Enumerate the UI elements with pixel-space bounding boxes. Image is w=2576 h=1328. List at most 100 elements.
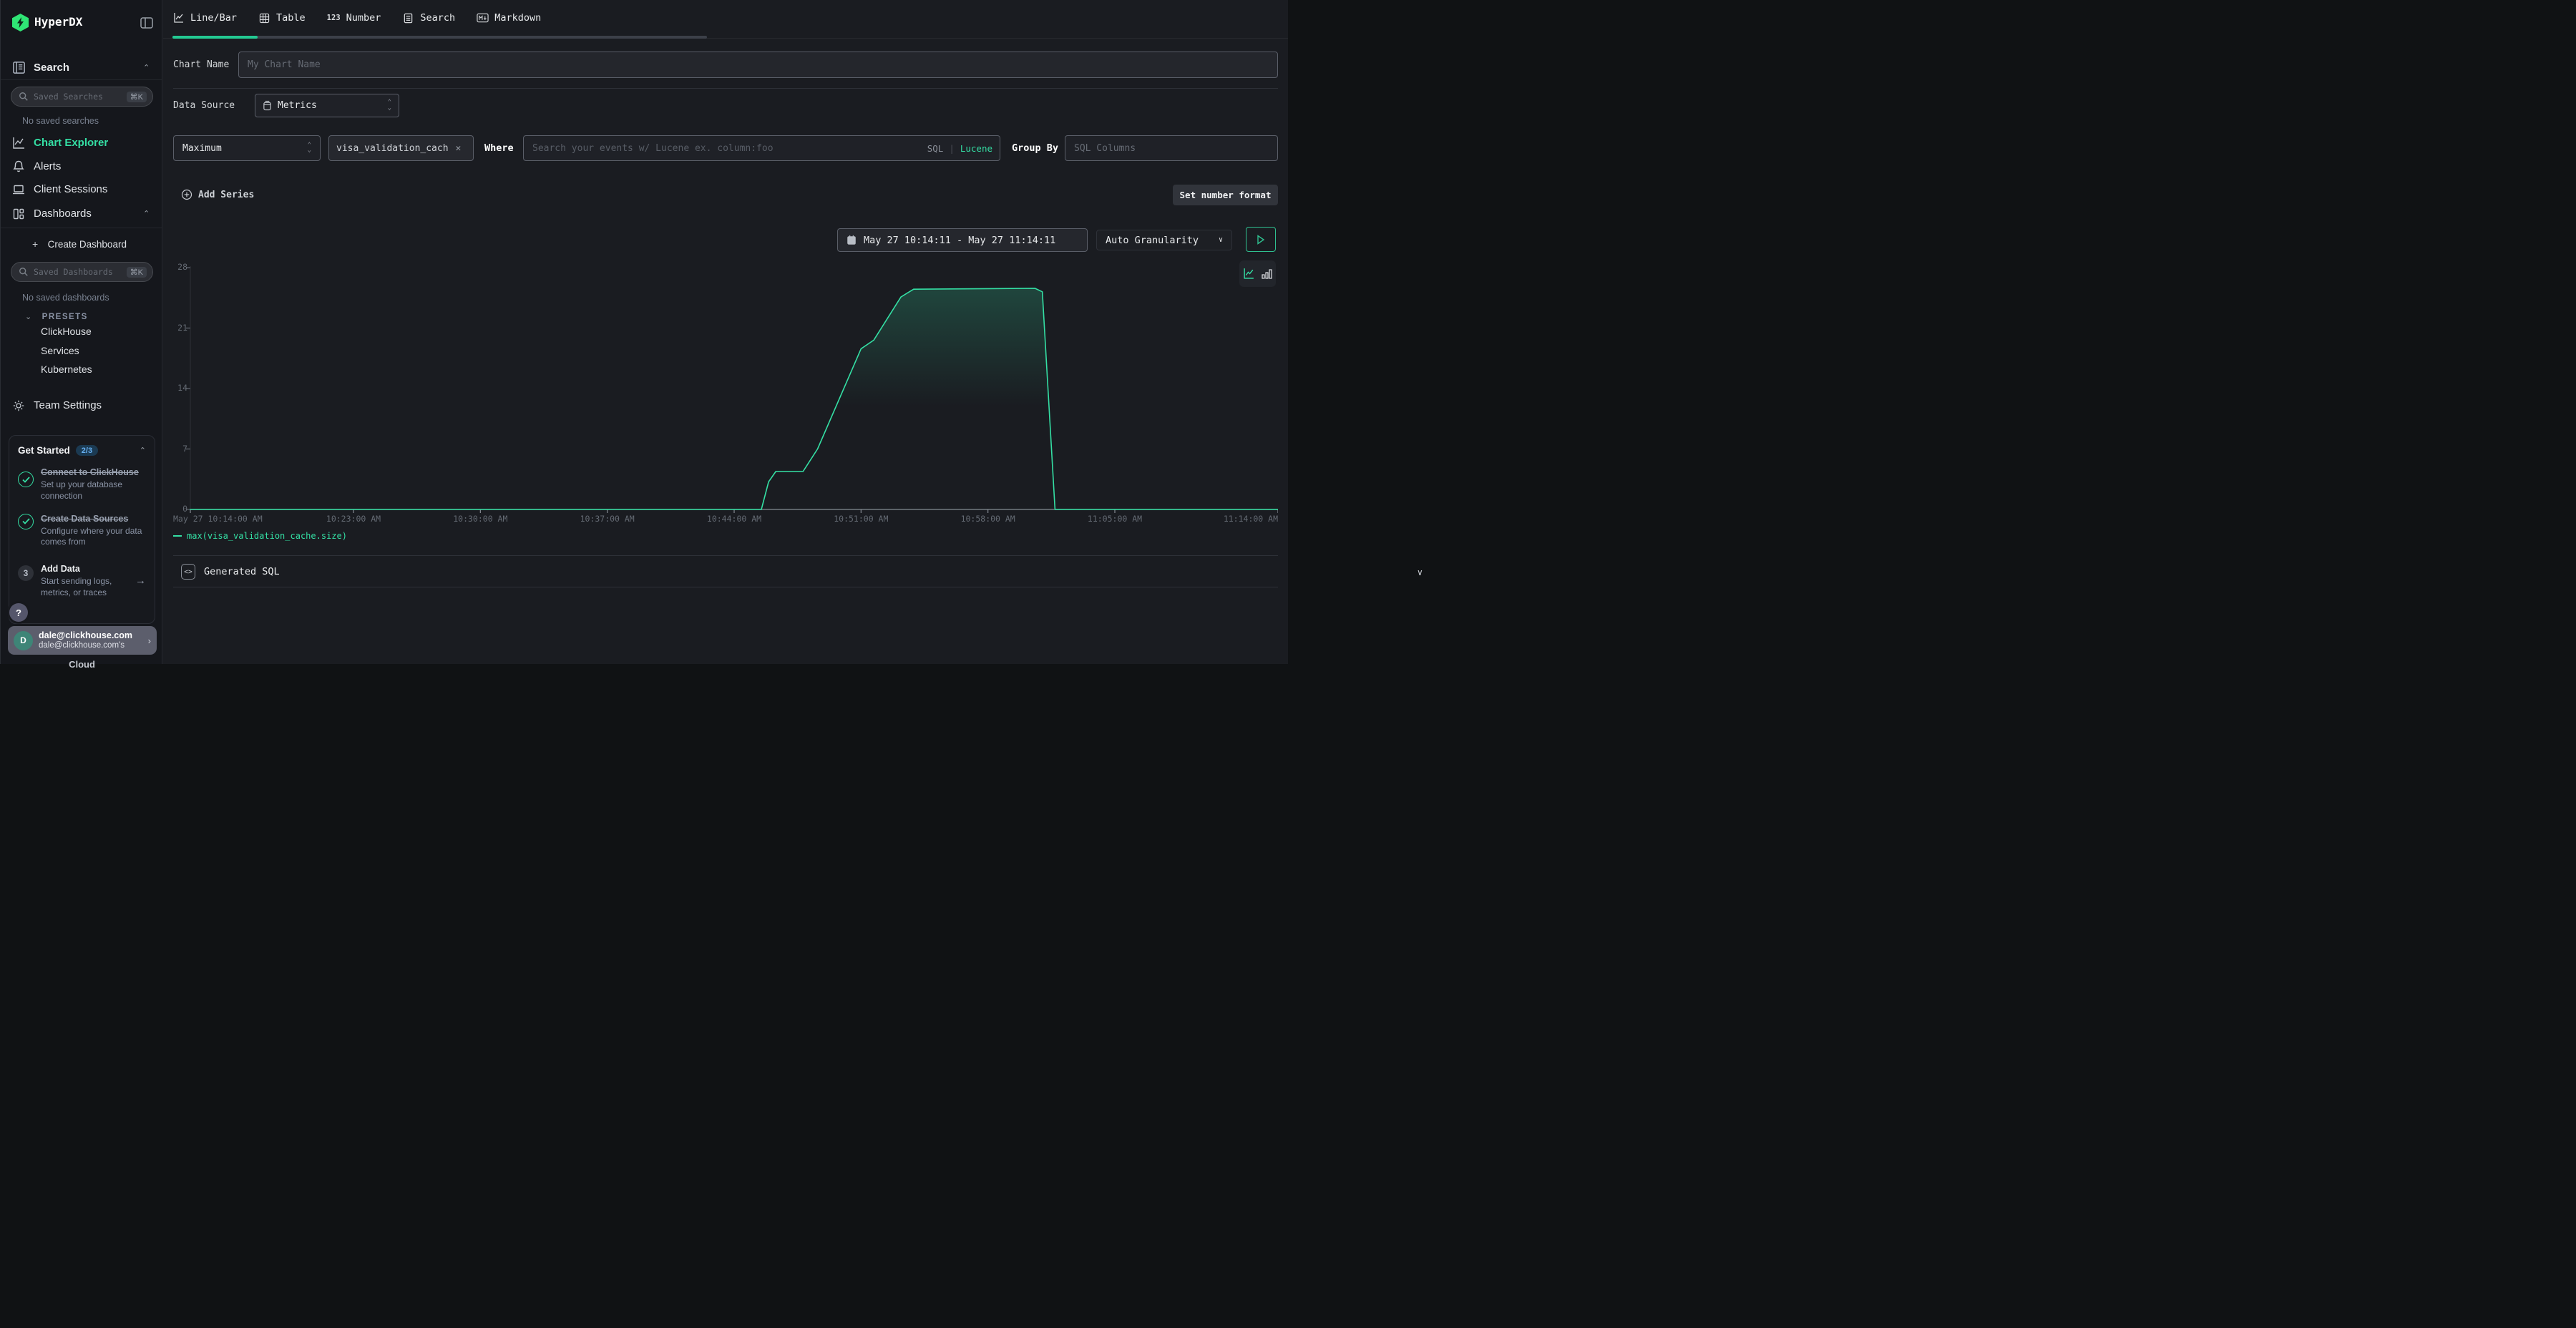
create-dashboard-button[interactable]: + Create Dashboard	[32, 238, 127, 251]
lightning-bolt-icon	[16, 17, 24, 28]
active-tab-underline	[172, 36, 258, 39]
get-started-item-connect[interactable]: Connect to ClickHouse Set up your databa…	[18, 466, 146, 502]
y-tick-label: 21	[173, 323, 187, 333]
generated-sql-label: Generated SQL	[204, 566, 280, 577]
get-started-item-add-data[interactable]: 3 Add Data Start sending logs, metrics, …	[18, 562, 146, 599]
sidebar-item-chart-explorer[interactable]: Chart Explorer	[1, 132, 163, 155]
y-tick-label: 28	[173, 262, 187, 272]
hyperdx-logo-icon	[12, 14, 29, 31]
aggregation-select[interactable]: Maximum ⌃⌄	[173, 135, 321, 161]
sidebar-item-client-sessions[interactable]: Client Sessions	[1, 179, 163, 202]
clipped-menu-text: Cloud	[1, 659, 163, 670]
close-icon[interactable]: ✕	[456, 143, 462, 154]
where-label: Where	[484, 142, 514, 154]
help-button[interactable]: ?	[9, 603, 28, 622]
tab-scroll-track[interactable]	[172, 36, 707, 39]
tab-table[interactable]: Table	[258, 12, 306, 24]
search-section-icon	[11, 60, 26, 75]
granularity-value: Auto Granularity	[1106, 235, 1199, 246]
data-source-select[interactable]: Metrics ⌃⌄	[255, 94, 399, 117]
get-started-item-title: Add Data	[41, 564, 80, 574]
no-saved-searches-note: No saved searches	[22, 116, 99, 126]
metric-chip[interactable]: visa_validation_cach ✕	[328, 135, 474, 161]
date-range-picker[interactable]: May 27 10:14:11 - May 27 11:14:11	[837, 228, 1088, 252]
x-tick-label: 10:44:00 AM	[707, 514, 761, 524]
search-icon	[19, 92, 29, 102]
sidebar-item-label: Dashboards	[34, 208, 92, 220]
group-by-input[interactable]: SQL Columns	[1065, 135, 1278, 161]
get-started-progress-badge: 2/3	[76, 445, 98, 456]
sidebar: HyperDX Search ⌃ Saved Searches ⌘K No sa…	[0, 0, 162, 664]
avatar: D	[14, 631, 33, 650]
main-area: Line/Bar Table 123 Number	[163, 0, 1288, 664]
laptop-icon	[11, 182, 26, 197]
markdown-icon	[477, 12, 489, 24]
updown-caret-icon: ⌃⌄	[308, 143, 311, 153]
chart-name-input[interactable]: My Chart Name	[238, 52, 1278, 78]
line-chart-icon	[172, 12, 185, 24]
add-series-button[interactable]: Add Series	[181, 189, 254, 200]
create-dashboard-label: Create Dashboard	[48, 239, 127, 250]
app-window: HyperDX Search ⌃ Saved Searches ⌘K No sa…	[0, 0, 1288, 664]
saved-searches-input[interactable]: Saved Searches ⌘K	[11, 87, 153, 107]
chart-canvas	[173, 258, 1278, 515]
tab-line-bar[interactable]: Line/Bar	[172, 12, 237, 24]
lucene-mode-toggle[interactable]: Lucene	[960, 143, 992, 154]
collapse-sidebar-button[interactable]	[139, 15, 155, 31]
dashboard-grid-icon	[11, 207, 26, 221]
presets-toggle[interactable]: ⌄ PRESETS	[25, 310, 88, 323]
shortcut-badge: ⌘K	[127, 267, 147, 278]
chevron-up-icon[interactable]: ⌃	[143, 63, 150, 72]
sidebar-item-label: Client Sessions	[34, 183, 107, 195]
sidebar-item-alerts[interactable]: Alerts	[1, 156, 163, 179]
circle-plus-icon	[181, 189, 192, 200]
no-saved-dashboards-note: No saved dashboards	[22, 293, 109, 303]
document-list-icon	[402, 12, 414, 24]
code-icon: <>	[181, 564, 195, 580]
sidebar-section-search[interactable]: Search	[34, 62, 69, 74]
run-query-button[interactable]	[1246, 227, 1276, 252]
group-by-placeholder: SQL Columns	[1074, 143, 1136, 154]
divider	[1, 79, 162, 80]
sidebar-item-team-settings[interactable]: Team Settings	[1, 395, 163, 418]
plus-icon: +	[32, 238, 38, 250]
shortcut-badge: ⌘K	[127, 92, 147, 102]
chevron-up-icon[interactable]: ⌃	[140, 446, 146, 455]
bell-icon	[11, 160, 26, 174]
get-started-item-datasources[interactable]: Create Data Sources Configure where your…	[18, 512, 146, 549]
add-series-label: Add Series	[198, 190, 254, 200]
divider	[173, 555, 1278, 556]
event-search-placeholder: Search your events w/ Lucene ex. column:…	[532, 143, 774, 154]
database-icon	[263, 100, 272, 111]
generated-sql-toggle[interactable]: <> Generated SQL	[181, 564, 280, 580]
chevron-down-icon[interactable]: ∨	[1417, 567, 1423, 577]
x-tick-label: 11:05:00 AM	[1088, 514, 1142, 524]
user-profile-chip[interactable]: D dale@clickhouse.com dale@clickhouse.co…	[8, 626, 157, 655]
tab-markdown[interactable]: Markdown	[477, 12, 541, 24]
event-search-input[interactable]: Search your events w/ Lucene ex. column:…	[523, 135, 1000, 161]
saved-dashboards-input[interactable]: Saved Dashboards ⌘K	[11, 262, 153, 282]
tab-search[interactable]: Search	[402, 12, 455, 24]
updown-caret-icon: ⌃⌄	[388, 100, 391, 110]
search-icon	[19, 267, 29, 277]
preset-clickhouse[interactable]: ClickHouse	[41, 326, 92, 337]
x-tick-label: May 27 10:14:00 AM	[173, 514, 263, 524]
tab-label: Line/Bar	[190, 12, 237, 24]
x-tick-label: 10:58:00 AM	[961, 514, 1015, 524]
tab-number[interactable]: 123 Number	[327, 12, 381, 24]
chevron-up-icon[interactable]: ⌃	[143, 209, 150, 218]
preset-kubernetes[interactable]: Kubernetes	[41, 363, 92, 375]
sql-mode-toggle[interactable]: SQL	[927, 143, 944, 154]
chart-name-label: Chart Name	[173, 59, 229, 70]
sidebar-item-dashboards[interactable]: Dashboards ⌃	[1, 203, 163, 226]
preset-services[interactable]: Services	[41, 345, 79, 356]
x-tick-label: 10:23:00 AM	[326, 514, 381, 524]
tab-label: Table	[276, 12, 306, 24]
x-tick-label: 11:14:00 AM	[1224, 514, 1278, 524]
granularity-select[interactable]: Auto Granularity ∨	[1096, 230, 1232, 250]
aggregation-value: Maximum	[182, 143, 222, 154]
get-started-panel: Get Started 2/3 ⌃ Connect to ClickHouse …	[9, 435, 155, 624]
set-number-format-button[interactable]: Set number format	[1173, 185, 1278, 205]
calendar-icon	[847, 235, 857, 245]
tab-label: Number	[346, 12, 381, 24]
